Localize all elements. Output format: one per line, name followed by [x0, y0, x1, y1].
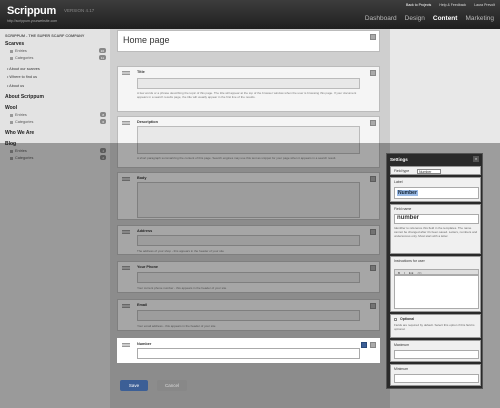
maximum-input[interactable] — [394, 350, 479, 359]
field-label: Title — [137, 70, 145, 74]
sidebar-section-who-we-are[interactable]: Who We Are — [5, 130, 34, 136]
nav-content[interactable]: Content — [433, 14, 458, 23]
field-label: Number — [137, 342, 152, 346]
categories-icon — [10, 56, 13, 60]
label-input[interactable]: Number — [394, 187, 479, 199]
field-type-section: Field type Number — [390, 166, 481, 175]
drag-handle-icon[interactable] — [122, 71, 130, 72]
count-badge: 11 — [98, 55, 106, 60]
sidebar-section-scarves[interactable]: Scarves — [5, 41, 24, 47]
instructions-section: Instructions for user B I link </> — [390, 256, 481, 312]
code-icon[interactable]: </> — [417, 270, 421, 275]
count-badge: 8 — [100, 112, 106, 117]
settings-panel: Settings × Field type Number Label Numbe… — [386, 153, 483, 389]
instructions-textarea[interactable] — [394, 275, 479, 309]
delete-field-icon[interactable] — [370, 342, 376, 348]
user-name-link[interactable]: Laura Prevolt — [474, 3, 495, 7]
field-number: Number — [117, 338, 380, 363]
sidebar-item-label: Categories — [15, 120, 34, 124]
main-nav: Dashboard Design Content Marketing — [365, 14, 494, 23]
sidebar-item-label: Entries — [15, 49, 27, 53]
site-url[interactable]: http://scrippum.yourwebsite.com — [7, 19, 57, 23]
entries-icon — [10, 49, 13, 53]
field-settings-icon[interactable] — [370, 120, 376, 126]
sidebar-page-where[interactable]: • Where to find us — [7, 75, 37, 79]
count-badge: 6 — [100, 119, 106, 124]
field-name-input[interactable]: number — [394, 214, 479, 224]
close-icon[interactable]: × — [473, 156, 479, 162]
field-name-hint: Identifier to reference this field in th… — [394, 226, 478, 238]
top-bar: Scrippum VERSION 4.17 http://scrippum.yo… — [0, 0, 500, 29]
sidebar-item-label: Categories — [15, 56, 34, 60]
sidebar-page-about-scarves[interactable]: • About our scarves — [7, 67, 40, 71]
entries-icon — [10, 113, 13, 117]
drag-handle-icon[interactable] — [122, 343, 130, 344]
page-title-box[interactable]: Home page — [117, 30, 380, 52]
link-icon[interactable]: link — [409, 270, 414, 275]
drag-handle-icon[interactable] — [122, 121, 130, 122]
sidebar-item-label: Entries — [15, 113, 27, 117]
minimum-section: Minimum — [390, 364, 481, 386]
label-value: Number — [397, 190, 418, 196]
optional-hint: Fields are required by default. Select t… — [394, 323, 475, 331]
field-name-title: Field name — [394, 207, 412, 211]
top-links: Back to Projects Help & Feedback Laura P… — [406, 3, 495, 7]
brand-logo[interactable]: Scrippum — [7, 5, 56, 17]
save-button[interactable]: Save — [120, 380, 148, 391]
settings-title: Settings — [390, 157, 408, 162]
italic-icon[interactable]: I — [404, 270, 405, 275]
field-label: Description — [137, 120, 158, 124]
maximum-title: Maximum — [394, 343, 410, 347]
sidebar-page-about-us[interactable]: • About us — [7, 84, 24, 88]
field-settings-icon[interactable] — [370, 70, 376, 76]
edit-title-icon[interactable] — [370, 34, 376, 40]
help-feedback-link[interactable]: Help & Feedback — [439, 3, 466, 7]
sidebar-section-about-scrippum[interactable]: About Scrippum — [5, 94, 44, 100]
minimum-input[interactable] — [394, 374, 479, 383]
optional-checkbox[interactable] — [394, 318, 397, 321]
instructions-title: Instructions for user — [394, 259, 425, 263]
page-title: Home page — [123, 35, 170, 45]
field-name-section: Field name number Identifier to referenc… — [390, 204, 481, 254]
nav-design[interactable]: Design — [405, 14, 425, 23]
field-help: A few words or a phrase describing the t… — [137, 91, 357, 99]
nav-marketing[interactable]: Marketing — [465, 14, 494, 23]
categories-icon — [10, 120, 13, 124]
field-type-label: Field type — [394, 169, 410, 173]
site-name: SCRIPPUM - THE SUPER SCARF COMPANY — [5, 34, 85, 38]
sidebar-section-wool[interactable]: Wool — [5, 105, 17, 111]
version-label: VERSION 4.17 — [64, 8, 95, 13]
field-title: Title A few words or a phrase describing… — [117, 66, 380, 112]
label-section: Label Number — [390, 177, 481, 202]
nav-dashboard[interactable]: Dashboard — [365, 14, 397, 23]
optional-section: Optional Fields are required by default.… — [390, 314, 481, 338]
number-input[interactable] — [137, 348, 360, 359]
optional-title: Optional — [400, 317, 415, 321]
sidebar-item-scarves-categories[interactable]: Categories 11 — [10, 55, 106, 60]
sidebar-item-scarves-entries[interactable]: Entries 16 — [10, 48, 106, 53]
title-input[interactable] — [137, 78, 360, 89]
field-settings-active-icon[interactable] — [361, 342, 367, 348]
minimum-title: Minimum — [394, 367, 409, 371]
maximum-section: Maximum — [390, 340, 481, 362]
sidebar-item-wool-categories[interactable]: Categories 6 — [10, 119, 106, 124]
bold-icon[interactable]: B — [398, 270, 400, 275]
sidebar-item-wool-entries[interactable]: Entries 8 — [10, 112, 106, 117]
back-to-projects-link[interactable]: Back to Projects — [406, 3, 431, 7]
count-badge: 16 — [98, 48, 106, 53]
field-type-select[interactable]: Number — [417, 169, 441, 174]
label-title: Label — [394, 180, 403, 184]
cancel-button[interactable]: Cancel — [157, 380, 187, 391]
